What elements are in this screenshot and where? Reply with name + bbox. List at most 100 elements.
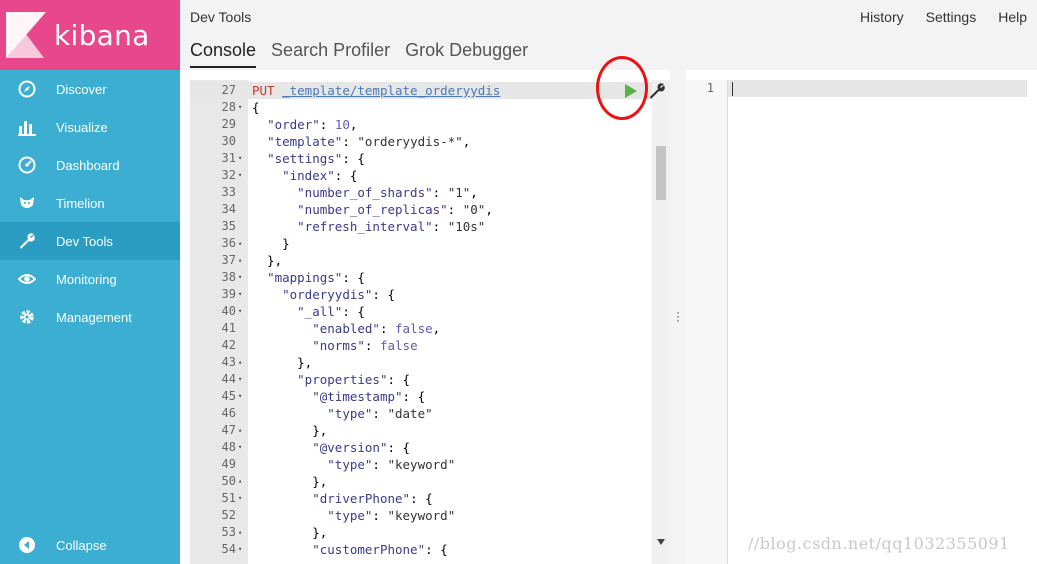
scrollbar-thumb[interactable] <box>656 146 666 200</box>
editor-line[interactable]: 44 ▾ "properties": { <box>190 371 670 388</box>
line-number: 49 <box>221 457 236 471</box>
editor-line[interactable]: 39 ▾ "orderyydis": { <box>190 286 670 303</box>
collapse-button[interactable]: Collapse <box>0 526 180 564</box>
send-request-button[interactable] <box>623 84 639 98</box>
tab-console[interactable]: Console <box>190 40 257 68</box>
editor-line[interactable]: 34 "number_of_replicas": "0", <box>190 201 670 218</box>
collapse-icon <box>17 535 37 555</box>
fold-toggle-icon[interactable]: ▴ <box>238 252 242 269</box>
fold-toggle-icon[interactable]: ▾ <box>238 99 242 116</box>
pane-resizer[interactable]: · · · <box>670 70 686 564</box>
tab-grok-debugger[interactable]: Grok Debugger <box>405 40 528 68</box>
line-number: 41 <box>221 321 236 335</box>
editor-scrollbar[interactable] <box>652 80 670 564</box>
history-link[interactable]: History <box>860 9 904 25</box>
fold-toggle-icon[interactable]: ▴ <box>238 524 242 541</box>
editor-line[interactable]: 38 ▾ "mappings": { <box>190 269 670 286</box>
fold-toggle-icon[interactable]: ▾ <box>238 167 242 184</box>
resizer-handle-icon[interactable]: · · · <box>676 306 680 326</box>
sidebar-item-discover[interactable]: Discover <box>0 70 180 108</box>
request-options-button[interactable] <box>648 82 666 100</box>
highlight-circle <box>596 56 648 120</box>
editor-line[interactable]: 30 "template": "orderyydis-*", <box>190 133 670 150</box>
editor-line[interactable]: 41 "enabled": false, <box>190 320 670 337</box>
output-gutter: 1 <box>686 80 728 564</box>
line-number: 39 <box>221 287 236 301</box>
sidebar: kibana Discover Visualize Dashboard Time… <box>0 0 180 564</box>
editor-line[interactable]: 54 ▾ "customerPhone": { <box>190 541 670 558</box>
scroll-down-arrow-icon[interactable] <box>657 539 665 545</box>
editor-line[interactable]: 52 "type": "keyword" <box>190 507 670 524</box>
editor-line[interactable]: 51 ▾ "driverPhone": { <box>190 490 670 507</box>
editor-line[interactable]: 33 "number_of_shards": "1", <box>190 184 670 201</box>
fold-toggle-icon[interactable]: ▾ <box>238 303 242 320</box>
fold-toggle-icon[interactable]: ▾ <box>238 371 242 388</box>
editor-line[interactable]: 45 ▾ "@timestamp": { <box>190 388 670 405</box>
output-cursor <box>732 82 733 96</box>
line-text: "number_of_replicas": "0", <box>297 202 493 217</box>
line-text: "norms": false <box>312 338 418 353</box>
output-gutter-separator <box>727 80 728 564</box>
sidebar-item-visualize[interactable]: Visualize <box>0 108 180 146</box>
bar-chart-icon <box>17 117 37 137</box>
settings-link[interactable]: Settings <box>926 9 977 25</box>
editor-line[interactable]: 37 ▴ }, <box>190 252 670 269</box>
line-number: 36 <box>221 236 236 250</box>
editor-line[interactable]: 46 "type": "date" <box>190 405 670 422</box>
tab-search-profiler[interactable]: Search Profiler <box>271 40 390 68</box>
line-text: "refresh_interval": "10s" <box>297 219 486 234</box>
sidebar-item-label: Dev Tools <box>56 233 113 249</box>
editor-line[interactable]: 42 "norms": false <box>190 337 670 354</box>
editor-line[interactable]: 29 "order": 10, <box>190 116 670 133</box>
line-number: 31 <box>221 151 236 165</box>
editor-line[interactable]: 35 "refresh_interval": "10s" <box>190 218 670 235</box>
line-number: 52 <box>221 508 236 522</box>
sidebar-item-label: Dashboard <box>56 157 120 173</box>
kibana-logo[interactable]: kibana <box>0 0 180 70</box>
editor-line[interactable]: 36 ▴ } <box>190 235 670 252</box>
tab-bar: Console Search Profiler Grok Debugger <box>190 40 528 68</box>
fold-toggle-icon[interactable]: ▴ <box>238 473 242 490</box>
editor-line[interactable]: 32 ▾ "index": { <box>190 167 670 184</box>
line-number: 32 <box>221 168 236 182</box>
sidebar-item-label: Monitoring <box>56 271 117 287</box>
fold-toggle-icon[interactable]: ▴ <box>238 235 242 252</box>
sidebar-item-dashboard[interactable]: Dashboard <box>0 146 180 184</box>
editor-line[interactable]: 49 "type": "keyword" <box>190 456 670 473</box>
fold-toggle-icon[interactable]: ▴ <box>238 354 242 371</box>
line-number: 54 <box>221 542 236 556</box>
editor-line[interactable]: 40 ▾ "_all": { <box>190 303 670 320</box>
editor-line[interactable]: 50 ▴ }, <box>190 473 670 490</box>
response-output[interactable]: 1 <box>686 70 1037 564</box>
line-number: 40 <box>221 304 236 318</box>
fold-toggle-icon[interactable]: ▾ <box>238 388 242 405</box>
sidebar-item-timelion[interactable]: Timelion <box>0 184 180 222</box>
console-editor[interactable]: 27 PUT _template/template_orderyydis 28 ▾{2… <box>190 80 670 564</box>
line-number: 53 <box>221 525 236 539</box>
help-link[interactable]: Help <box>998 9 1027 25</box>
fold-toggle-icon[interactable]: ▾ <box>238 269 242 286</box>
editor-line[interactable]: 53 ▴ }, <box>190 524 670 541</box>
line-number: 43 <box>221 355 236 369</box>
line-text: "settings": { <box>267 151 365 166</box>
line-text: PUT _template/template_orderyydis <box>252 83 501 98</box>
sidebar-item-monitoring[interactable]: Monitoring <box>0 260 180 298</box>
fold-toggle-icon[interactable]: ▾ <box>238 490 242 507</box>
sidebar-item-dev-tools[interactable]: Dev Tools <box>0 222 180 260</box>
line-text: }, <box>252 474 328 489</box>
collapse-label: Collapse <box>56 537 107 553</box>
fold-toggle-icon[interactable]: ▴ <box>238 422 242 439</box>
editor-line[interactable]: 48 ▾ "@version": { <box>190 439 670 456</box>
editor-line[interactable]: 43 ▴ }, <box>190 354 670 371</box>
fold-toggle-icon[interactable]: ▾ <box>238 541 242 558</box>
editor-line[interactable]: 31 ▾ "settings": { <box>190 150 670 167</box>
editor-line[interactable]: 47 ▴ }, <box>190 422 670 439</box>
sidebar-item-management[interactable]: Management <box>0 298 180 336</box>
eye-icon <box>17 269 37 289</box>
line-text: "@timestamp": { <box>312 389 426 404</box>
line-number: 30 <box>221 134 236 148</box>
line-text: }, <box>252 355 313 370</box>
fold-toggle-icon[interactable]: ▾ <box>238 439 242 456</box>
fold-toggle-icon[interactable]: ▾ <box>238 150 242 167</box>
fold-toggle-icon[interactable]: ▾ <box>238 286 242 303</box>
